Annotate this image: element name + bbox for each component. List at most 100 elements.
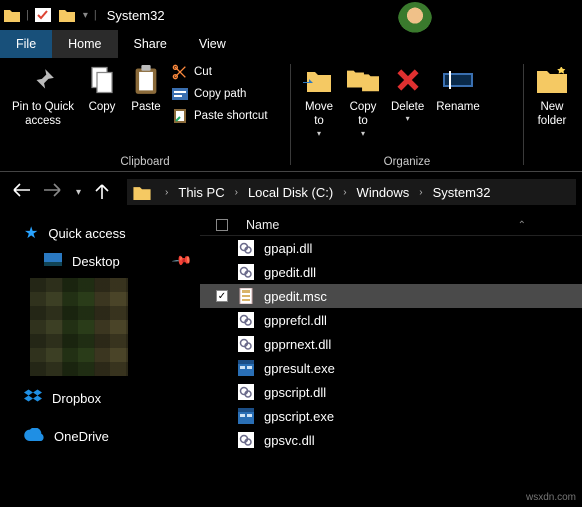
qat-dropdown-icon[interactable]: ▾ (83, 10, 88, 21)
menu-view[interactable]: View (183, 30, 242, 58)
row-checkbox[interactable]: ✓ (216, 290, 228, 302)
sidebar-item-quick-access[interactable]: ★ Quick access (0, 218, 200, 248)
paste-shortcut-icon (172, 108, 188, 124)
menu-file[interactable]: File (0, 30, 52, 58)
paste-label: Paste (131, 100, 160, 114)
paste-shortcut-label: Paste shortcut (194, 110, 268, 122)
rename-label: Rename (436, 100, 479, 114)
new-folder-button[interactable]: New folder (530, 62, 574, 131)
file-name: gpedit.dll (264, 265, 316, 280)
crumb-this-pc[interactable]: This PC (174, 185, 228, 200)
file-name: gpapi.dll (264, 241, 312, 256)
copy-path-icon (172, 86, 188, 102)
chevron-right-icon[interactable]: › (159, 187, 174, 198)
folder-icon (4, 8, 20, 22)
paste-icon (130, 64, 162, 96)
chevron-right-icon[interactable]: › (337, 187, 352, 198)
file-name: gpscript.dll (264, 385, 326, 400)
file-type-icon (238, 408, 254, 424)
file-row[interactable]: gpsvc.dll (200, 428, 582, 452)
copy-button[interactable]: Copy (80, 62, 124, 116)
history-dropdown-icon[interactable]: ▾ (76, 187, 81, 198)
crumb-system32[interactable]: System32 (429, 185, 495, 200)
star-icon: ★ (24, 223, 38, 243)
main-area: ★ Quick access Desktop 📌 Dropbox OneDriv… (0, 212, 582, 507)
copy-to-icon (347, 64, 379, 96)
column-name[interactable]: Name (246, 218, 279, 232)
crumb-windows[interactable]: Windows (353, 185, 414, 200)
folder-quick-icon[interactable] (59, 8, 75, 22)
copy-label: Copy (89, 100, 116, 114)
window-title: System32 (107, 8, 165, 23)
file-type-icon (238, 384, 254, 400)
file-name: gpsvc.dll (264, 433, 315, 448)
crumb-local-disk[interactable]: Local Disk (C:) (244, 185, 337, 200)
file-name: gpscript.exe (264, 409, 334, 424)
file-row[interactable]: gpscript.exe (200, 404, 582, 428)
file-type-icon (238, 264, 254, 280)
copy-icon (86, 64, 118, 96)
file-row[interactable]: ✓ gpedit.msc (200, 284, 582, 308)
copy-path-button[interactable]: Copy path (172, 86, 268, 102)
paste-button[interactable]: Paste (124, 62, 168, 116)
onedrive-label: OneDrive (54, 429, 109, 444)
navigation-bar: ▾ › This PC › Local Disk (C:) › Windows … (0, 172, 582, 212)
chevron-right-icon[interactable]: › (413, 187, 428, 198)
folder-icon (133, 185, 151, 200)
desktop-label: Desktop (72, 254, 120, 269)
file-row[interactable]: gpprefcl.dll (200, 308, 582, 332)
onedrive-icon (24, 428, 44, 444)
delete-icon (392, 64, 424, 96)
file-row[interactable]: gpprnext.dll (200, 332, 582, 356)
sidebar-item-onedrive[interactable]: OneDrive (0, 423, 200, 449)
back-button[interactable] (12, 183, 30, 202)
pin-label: Pin to Quick access (12, 100, 74, 129)
pin-icon (27, 64, 59, 96)
sidebar-item-desktop[interactable]: Desktop 📌 (0, 248, 200, 274)
file-name: gpedit.msc (264, 289, 327, 304)
file-row[interactable]: gpresult.exe (200, 356, 582, 380)
rename-icon (442, 64, 474, 96)
menu-home[interactable]: Home (52, 30, 117, 58)
up-button[interactable] (95, 183, 109, 202)
desktop-thumbnail[interactable] (30, 278, 128, 376)
navigation-pane: ★ Quick access Desktop 📌 Dropbox OneDriv… (0, 212, 200, 507)
column-header[interactable]: Name ⌃ (200, 212, 582, 236)
move-to-label: Move to (305, 100, 333, 129)
delete-button[interactable]: Delete ▾ (385, 62, 430, 126)
checklist-icon[interactable] (35, 8, 51, 22)
copy-path-label: Copy path (194, 88, 246, 100)
move-to-button[interactable]: Move to ▾ (297, 62, 341, 141)
watermark: wsxdn.com (526, 492, 576, 503)
file-row[interactable]: gpscript.dll (200, 380, 582, 404)
scissors-icon (172, 64, 188, 80)
cut-button[interactable]: Cut (172, 64, 268, 80)
pin-quick-access-button[interactable]: Pin to Quick access (6, 62, 80, 131)
file-name: gpprefcl.dll (264, 313, 327, 328)
forward-button[interactable] (44, 183, 62, 202)
file-type-icon (238, 360, 254, 376)
file-name: gpresult.exe (264, 361, 335, 376)
rename-button[interactable]: Rename (430, 62, 485, 116)
organize-group-label: Organize (291, 156, 523, 171)
new-folder-label: New folder (538, 100, 567, 129)
paste-shortcut-button[interactable]: Paste shortcut (172, 108, 268, 124)
select-all-checkbox[interactable] (216, 219, 228, 231)
qat-sep: | (26, 9, 29, 21)
new-folder-icon (536, 64, 568, 96)
menu-share[interactable]: Share (118, 30, 183, 58)
copy-to-label: Copy to (350, 100, 377, 129)
clipboard-group-label: Clipboard (0, 156, 290, 171)
file-type-icon (238, 240, 254, 256)
file-row[interactable]: gpapi.dll (200, 236, 582, 260)
chevron-right-icon[interactable]: › (229, 187, 244, 198)
ribbon: Pin to Quick access Copy Paste Cut (0, 58, 582, 172)
desktop-icon (44, 253, 62, 269)
sidebar-item-dropbox[interactable]: Dropbox (0, 384, 200, 413)
copy-to-button[interactable]: Copy to ▾ (341, 62, 385, 141)
file-type-icon (238, 312, 254, 328)
file-row[interactable]: gpedit.dll (200, 260, 582, 284)
address-bar[interactable]: › This PC › Local Disk (C:) › Windows › … (127, 179, 576, 205)
file-name: gpprnext.dll (264, 337, 331, 352)
dropbox-icon (24, 389, 42, 408)
